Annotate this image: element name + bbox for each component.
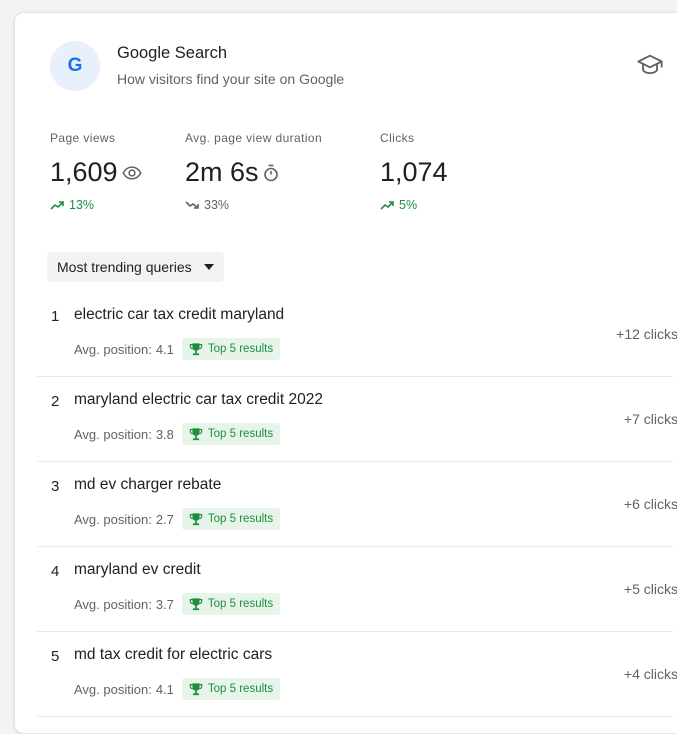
query-row[interactable]: 1 electric car tax credit maryland Avg. … — [37, 292, 677, 377]
query-row[interactable]: 4 maryland ev credit Avg. position: 3.7 … — [37, 547, 677, 632]
metric-clicks: Clicks 1,074 5% — [380, 131, 448, 212]
query-text: md tax credit for electric cars — [74, 646, 273, 663]
metric-change: 13% — [50, 198, 142, 212]
google-logo-icon: G — [50, 41, 100, 91]
avg-position-value: 2.7 — [155, 511, 174, 527]
query-text: md ev charger rebate — [74, 476, 222, 493]
metric-change-value: 33% — [204, 198, 230, 212]
avg-position-label: Avg. position: — [74, 426, 152, 442]
top-results-badge: Top 5 results — [181, 593, 281, 615]
graduation-cap-icon[interactable] — [636, 51, 664, 79]
dropdown-label: Most trending queries — [57, 259, 192, 275]
metric-avg-duration: Avg. page view duration 2m 6s 33% — [185, 131, 322, 212]
query-row[interactable]: 2 maryland electric car tax credit 2022 … — [37, 377, 677, 462]
query-rank: 5 — [51, 648, 60, 665]
metric-change-value: 5% — [399, 198, 418, 212]
card-header: G Google Search How visitors find your s… — [15, 13, 677, 113]
metric-label: Clicks — [380, 131, 415, 145]
trend-down-icon — [185, 201, 199, 209]
avg-position-label: Avg. position: — [74, 341, 152, 357]
metric-value: 1,609 — [50, 157, 118, 187]
badge-label: Top 5 results — [207, 513, 274, 525]
card-subtitle: How visitors find your site on Google — [117, 71, 345, 87]
avg-position-value: 3.8 — [155, 426, 174, 442]
eye-icon — [121, 165, 142, 180]
trophy-icon — [189, 683, 203, 696]
metric-page-views: Page views 1,609 13% — [50, 131, 142, 212]
badge-label: Top 5 results — [207, 343, 274, 355]
query-row[interactable]: 3 md ev charger rebate Avg. position: 2.… — [37, 462, 677, 547]
metric-change-value: 13% — [69, 198, 95, 212]
top-results-badge: Top 5 results — [181, 508, 281, 530]
caret-down-icon — [203, 264, 214, 270]
query-text: maryland electric car tax credit 2022 — [74, 391, 323, 408]
metric-label: Page views — [50, 131, 116, 145]
badge-label: Top 5 results — [207, 598, 274, 610]
query-rank: 4 — [51, 563, 60, 580]
query-row[interactable]: 5 md tax credit for electric cars Avg. p… — [37, 632, 677, 717]
trophy-icon — [189, 598, 203, 611]
query-list: 1 electric car tax credit maryland Avg. … — [37, 292, 677, 717]
metric-value: 1,074 — [380, 157, 448, 187]
query-text: electric car tax credit maryland — [74, 306, 285, 323]
card-title: Google Search — [117, 44, 228, 62]
query-rank: 2 — [51, 393, 60, 410]
trending-queries-dropdown[interactable]: Most trending queries — [47, 252, 224, 282]
avg-position-value: 3.7 — [155, 596, 174, 612]
avg-position-value: 4.1 — [155, 681, 174, 697]
query-clicks: +4 clicks — [623, 666, 677, 682]
google-logo-letter: G — [67, 55, 83, 76]
badge-label: Top 5 results — [207, 683, 274, 695]
query-clicks: +7 clicks — [623, 411, 677, 427]
badge-label: Top 5 results — [207, 428, 274, 440]
avg-position-label: Avg. position: — [74, 511, 152, 527]
query-clicks: +5 clicks — [623, 581, 677, 597]
trophy-icon — [189, 513, 203, 526]
query-clicks: +12 clicks — [616, 326, 677, 342]
avg-position-label: Avg. position: — [74, 596, 152, 612]
metric-change: 5% — [380, 198, 448, 212]
trophy-icon — [189, 428, 203, 441]
google-search-card: G Google Search How visitors find your s… — [14, 12, 677, 734]
avg-position-label: Avg. position: — [74, 681, 152, 697]
avg-position-value: 4.1 — [155, 341, 174, 357]
top-results-badge: Top 5 results — [181, 338, 281, 360]
metric-label: Avg. page view duration — [185, 131, 323, 145]
metric-value: 2m 6s — [185, 157, 259, 187]
trend-up-icon — [380, 201, 394, 210]
trophy-icon — [189, 343, 203, 356]
metric-change: 33% — [185, 198, 322, 212]
query-rank: 3 — [51, 478, 60, 495]
query-text: maryland ev credit — [74, 561, 201, 578]
top-results-badge: Top 5 results — [181, 423, 281, 445]
trend-up-icon — [50, 201, 64, 210]
timer-icon — [263, 164, 278, 181]
query-clicks: +6 clicks — [623, 496, 677, 512]
query-rank: 1 — [51, 308, 60, 325]
top-results-badge: Top 5 results — [181, 678, 281, 700]
